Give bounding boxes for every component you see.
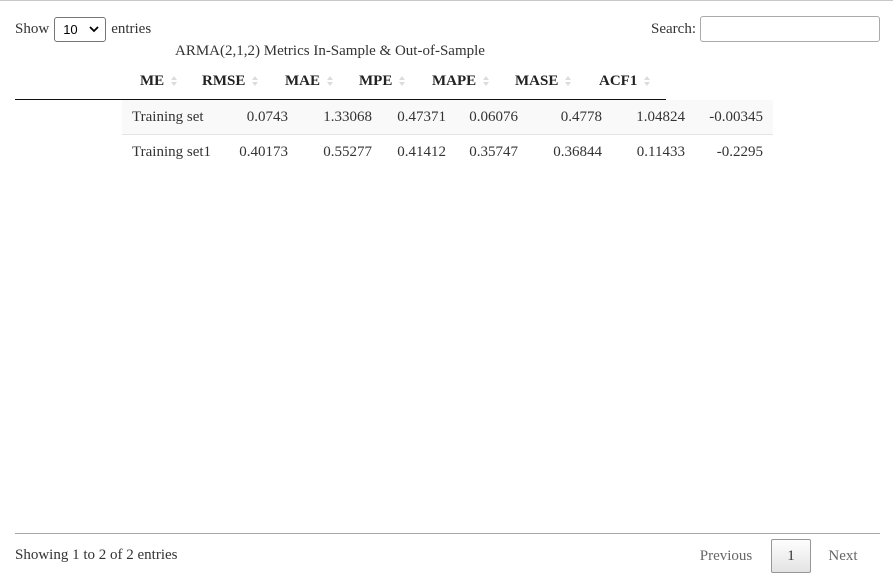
row-label: Training set bbox=[132, 109, 204, 125]
column-header-label: ME bbox=[140, 72, 165, 89]
cell-me: 0.0743 bbox=[246, 109, 288, 125]
table-header: ME RMSE MAE MPE MAPE MASE ACF1 bbox=[15, 65, 666, 100]
top-border bbox=[0, 0, 893, 1]
cell-me: 0.40173 bbox=[239, 144, 288, 160]
column-header-label: MAPE bbox=[432, 72, 477, 89]
cell-mase: 0.11433 bbox=[636, 144, 685, 160]
cell-rmse: 1.33068 bbox=[323, 109, 372, 125]
length-menu: Show 10 entries bbox=[15, 16, 151, 43]
cell-rmse: 0.55277 bbox=[323, 144, 372, 160]
table-body: Training set 0.0743 1.33068 0.47371 0.06… bbox=[122, 100, 773, 169]
cell-mape: 0.4778 bbox=[560, 109, 602, 125]
column-header-mase[interactable]: MASE bbox=[515, 65, 572, 97]
column-header-label: ACF1 bbox=[599, 72, 638, 89]
chevron-down-icon bbox=[89, 26, 99, 33]
column-header-mae[interactable]: MAE bbox=[285, 65, 333, 97]
sort-both-icon bbox=[483, 76, 490, 86]
sort-both-icon bbox=[252, 76, 259, 86]
entries-select-value: 10 bbox=[63, 22, 78, 37]
sort-both-icon bbox=[565, 76, 572, 86]
cell-acf1: -0.2295 bbox=[716, 144, 763, 160]
sort-both-icon bbox=[327, 76, 333, 86]
search-label: Search: bbox=[651, 20, 696, 37]
column-header-label: RMSE bbox=[202, 72, 246, 89]
sort-both-icon bbox=[399, 76, 406, 86]
table-row: Training set 0.0743 1.33068 0.47371 0.06… bbox=[122, 100, 773, 135]
row-label: Training set1 bbox=[132, 144, 212, 160]
table-info: Showing 1 to 2 of 2 entries bbox=[15, 547, 178, 563]
column-header-acf1[interactable]: ACF1 bbox=[599, 65, 651, 97]
search-filter: Search: bbox=[651, 16, 880, 42]
search-input[interactable] bbox=[700, 16, 880, 42]
next-button[interactable]: Next bbox=[811, 539, 875, 573]
previous-button[interactable]: Previous bbox=[682, 539, 770, 573]
column-header-label: MAE bbox=[285, 72, 320, 89]
column-header-mape[interactable]: MAPE bbox=[432, 65, 490, 97]
cell-acf1: -0.00345 bbox=[709, 109, 763, 125]
column-header-me[interactable]: ME bbox=[140, 65, 178, 97]
column-header-label: MPE bbox=[359, 72, 393, 89]
page-1-button[interactable]: 1 bbox=[771, 539, 811, 573]
table-caption: ARMA(2,1,2) Metrics In-Sample & Out-of-S… bbox=[175, 43, 485, 59]
table-row: Training set1 0.40173 0.55277 0.41412 0.… bbox=[122, 135, 773, 169]
column-header-rmse[interactable]: RMSE bbox=[202, 65, 259, 97]
sort-both-icon bbox=[171, 76, 178, 86]
entries-select[interactable]: 10 bbox=[54, 17, 107, 42]
column-header-mpe[interactable]: MPE bbox=[359, 65, 406, 97]
cell-mase: 1.04824 bbox=[636, 109, 685, 125]
cell-mpe: 0.35747 bbox=[469, 144, 518, 160]
pagination: Previous 1 Next bbox=[682, 539, 875, 573]
entries-label: entries bbox=[111, 21, 152, 37]
show-label: Show bbox=[15, 21, 50, 37]
column-header-label: MASE bbox=[515, 72, 559, 89]
cell-mpe: 0.06076 bbox=[469, 109, 518, 125]
cell-mae: 0.47371 bbox=[397, 109, 446, 125]
cell-mae: 0.41412 bbox=[397, 144, 446, 160]
cell-mape: 0.36844 bbox=[553, 144, 602, 160]
table-footer-border bbox=[15, 533, 880, 534]
sort-both-icon bbox=[644, 76, 651, 86]
